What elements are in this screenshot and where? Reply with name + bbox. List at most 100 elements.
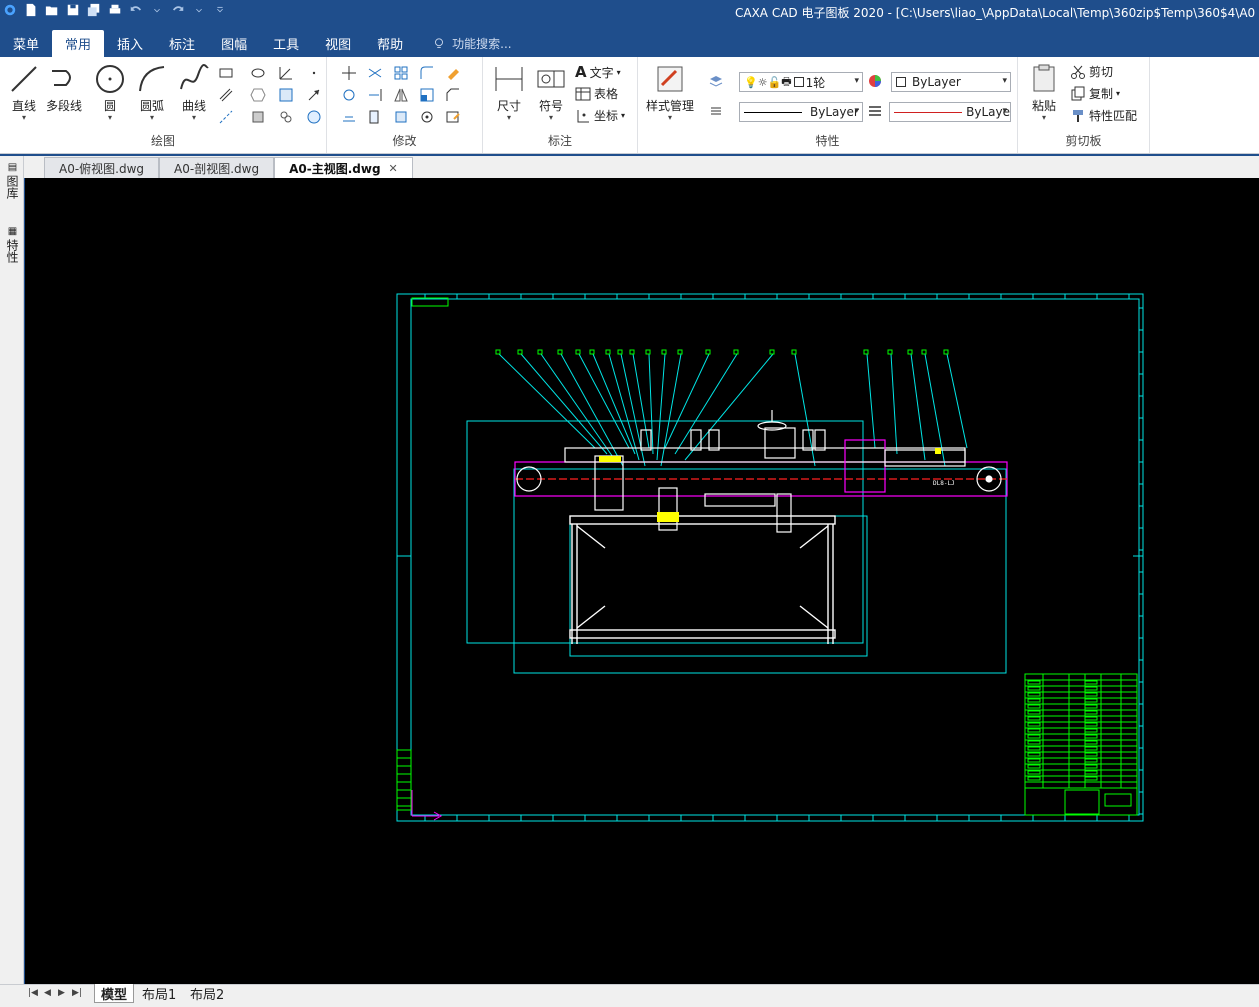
centerline-icon[interactable] <box>218 109 236 127</box>
parallel-line-icon[interactable] <box>218 87 236 105</box>
tab-annotate[interactable]: 标注 <box>156 30 208 57</box>
stretch-icon[interactable] <box>341 109 359 127</box>
open-file-icon[interactable] <box>44 2 60 18</box>
hatch-icon[interactable] <box>278 87 296 105</box>
line-button[interactable]: 直线 ▾ <box>8 63 40 122</box>
explode-icon[interactable] <box>393 109 411 127</box>
redo-icon[interactable] <box>170 2 186 18</box>
lineweight-icon[interactable] <box>867 103 885 121</box>
linetype-select[interactable]: ByLayer ▾ <box>739 102 863 122</box>
block-icon[interactable] <box>250 109 268 127</box>
customize-icon[interactable] <box>212 2 228 18</box>
polyline-button[interactable]: 多段线 <box>46 63 82 114</box>
fillet-icon[interactable] <box>419 65 437 83</box>
erase-icon[interactable] <box>445 65 463 83</box>
layer-icon[interactable] <box>708 73 726 91</box>
save-all-icon[interactable] <box>86 2 102 18</box>
cad-drawing[interactable]: DL8-LJ <box>25 178 1259 984</box>
doc-tab-section-view[interactable]: A0-剖视图.dwg <box>159 157 275 178</box>
text-button[interactable]: A 文字 ▾ <box>575 63 621 81</box>
rotate-icon[interactable] <box>341 87 359 105</box>
tab-insert[interactable]: 插入 <box>104 30 156 57</box>
curve-button[interactable]: 曲线 ▾ <box>178 63 210 122</box>
scale-icon[interactable] <box>419 87 437 105</box>
tab-common[interactable]: 常用 <box>52 30 105 57</box>
edit-icon[interactable] <box>445 109 463 127</box>
prev-layout-icon[interactable]: ◀ <box>44 988 51 998</box>
drawing-canvas[interactable]: DL8-LJ <box>25 178 1259 984</box>
tab-help[interactable]: 帮助 <box>364 30 416 57</box>
symbol-button[interactable]: 符号 ▾ <box>535 63 567 122</box>
copy-icon <box>1071 86 1085 100</box>
move-icon[interactable] <box>341 65 359 83</box>
layout-tab-layout1[interactable]: 布局1 <box>136 984 182 1003</box>
match-properties-button[interactable]: 特性匹配 <box>1070 107 1137 124</box>
next-layout-icon[interactable]: ▶ <box>58 988 65 998</box>
angle-line-icon[interactable] <box>278 65 296 83</box>
first-layout-icon[interactable]: |◀ <box>28 988 38 998</box>
layer-state-icon[interactable] <box>708 103 726 121</box>
trim-icon[interactable] <box>367 65 385 83</box>
layer-select[interactable]: 💡 ☼ 🔓 🖶 1轮 ▾ <box>739 72 863 92</box>
ribbon-tabs: 菜单 常用 插入 标注 图幅 工具 视图 帮助 功能搜索... <box>0 28 1259 57</box>
dimension-button[interactable]: 尺寸 ▾ <box>493 63 525 122</box>
style-manager-button[interactable]: 样式管理 ▾ <box>646 63 694 122</box>
linetype-preview <box>744 111 802 113</box>
table-button[interactable]: 表格 <box>575 85 618 102</box>
layout-tab-model[interactable]: 模型 <box>94 984 135 1003</box>
copy-button[interactable]: 复制 ▾ <box>1070 85 1120 102</box>
chevron-down-icon[interactable] <box>191 2 207 18</box>
mirror-icon[interactable] <box>393 87 411 105</box>
last-layout-icon[interactable]: ▶| <box>72 988 82 998</box>
offset-icon[interactable] <box>278 109 296 127</box>
paste-button[interactable]: 粘贴 ▾ <box>1028 63 1060 122</box>
color-swatch-icon <box>896 77 906 87</box>
chevron-down-icon[interactable] <box>149 2 165 18</box>
cut-button[interactable]: 剪切 <box>1070 63 1113 80</box>
library-icon: ▤ <box>7 162 18 173</box>
sun-icon: ☼ <box>757 75 768 89</box>
lightbulb-icon <box>435 37 444 48</box>
new-file-icon[interactable] <box>23 2 39 18</box>
tab-tools[interactable]: 工具 <box>260 30 312 57</box>
tab-sheet[interactable]: 图幅 <box>208 30 260 57</box>
ellipse-icon[interactable] <box>250 65 268 83</box>
search-placeholder: 功能搜索... <box>452 37 512 51</box>
extend-icon[interactable] <box>367 87 385 105</box>
close-icon[interactable]: ✕ <box>389 162 398 175</box>
point-icon[interactable] <box>306 65 324 83</box>
cloud-icon[interactable] <box>306 109 324 127</box>
undo-icon[interactable] <box>128 2 144 18</box>
tab-menu[interactable]: 菜单 <box>0 30 52 57</box>
ucs-icon <box>411 790 443 821</box>
chamfer-icon[interactable] <box>445 87 463 105</box>
arc-button[interactable]: 圆弧 ▾ <box>136 63 168 122</box>
color-wheel-icon[interactable] <box>867 73 885 91</box>
app-logo-icon[interactable] <box>2 2 18 18</box>
print-icon[interactable] <box>107 2 123 18</box>
polygon-icon[interactable] <box>250 87 268 105</box>
arrow-icon[interactable] <box>306 87 324 105</box>
group-modify: 修改 <box>327 57 483 153</box>
break-icon[interactable] <box>367 109 385 127</box>
layout-tab-layout2[interactable]: 布局2 <box>184 984 230 1003</box>
dimension-icon <box>495 67 523 91</box>
color-select[interactable]: ByLayer ▾ <box>891 72 1011 92</box>
feature-search[interactable]: 功能搜索... <box>432 30 512 57</box>
tab-view[interactable]: 视图 <box>312 30 364 57</box>
lineweight-select[interactable]: ByLaye ▾ <box>889 102 1011 122</box>
coordinate-button[interactable]: 坐标 ▾ <box>575 107 625 124</box>
join-icon[interactable] <box>419 109 437 127</box>
group-label-modify: 修改 <box>392 134 417 148</box>
library-tab[interactable]: ▤ 图库 <box>4 162 21 199</box>
circle-button[interactable]: 圆 ▾ <box>94 63 126 122</box>
lock-icon: 🔓 <box>767 75 782 89</box>
frame-ticks <box>397 294 1143 821</box>
properties-tab[interactable]: ▦ 特性 <box>4 226 21 263</box>
doc-tab-top-view[interactable]: A0-俯视图.dwg <box>44 157 160 178</box>
save-icon[interactable] <box>65 2 81 18</box>
rectangle-icon[interactable] <box>218 65 236 83</box>
doc-tab-front-view[interactable]: A0-主视图.dwg ✕ <box>274 157 413 178</box>
array-icon[interactable] <box>393 65 411 83</box>
side-panel: ▤ 图库 ▦ 特性 <box>0 156 24 984</box>
